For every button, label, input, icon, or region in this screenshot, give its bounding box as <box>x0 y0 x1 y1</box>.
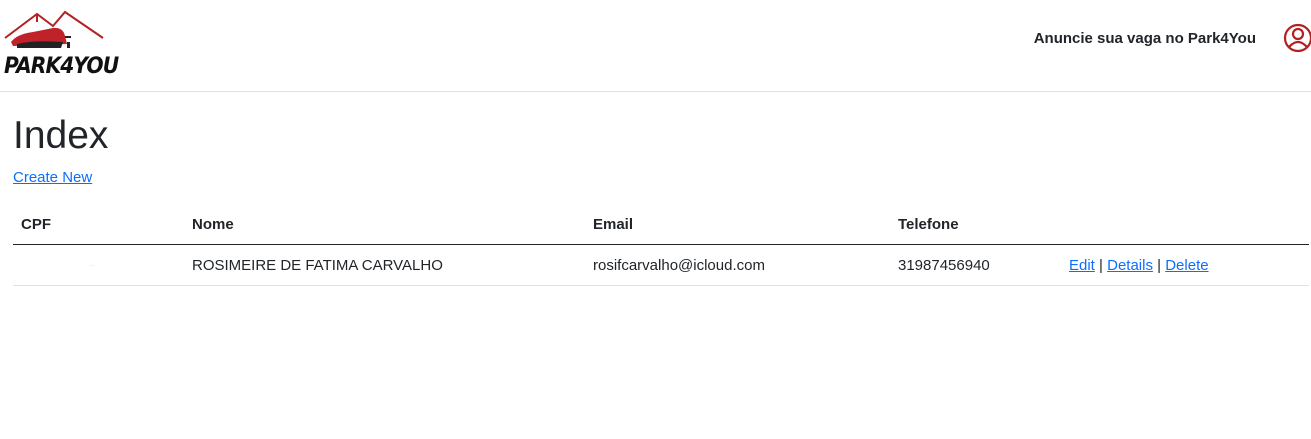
navbar: PARK4YOU Anuncie sua vaga no Park4You <box>0 0 1311 92</box>
table-header-row: CPF Nome Email Telefone <box>13 204 1309 245</box>
page-title: Index <box>13 114 109 157</box>
table-row: ... ROSIMEIRE DE FATIMA CARVALHO rosifca… <box>13 244 1309 286</box>
separator: | <box>1099 256 1103 274</box>
brand-logo[interactable]: PARK4YOU <box>3 8 119 82</box>
create-new-link[interactable]: Create New <box>13 169 92 186</box>
header-telefone: Telefone <box>890 204 1061 245</box>
cell-actions: Edit | Details | Delete <box>1061 244 1309 286</box>
car-house-icon <box>4 10 104 48</box>
details-link[interactable]: Details <box>1107 257 1153 274</box>
cell-email: rosifcarvalho@icloud.com <box>585 244 890 286</box>
brand-text: PARK4YOU <box>4 54 119 79</box>
edit-link[interactable]: Edit <box>1069 257 1095 274</box>
records-table: CPF Nome Email Telefone ... ROSIMEIRE DE… <box>13 204 1309 286</box>
separator: | <box>1157 256 1162 274</box>
header-nome: Nome <box>184 204 585 245</box>
header-cpf: CPF <box>13 204 184 245</box>
delete-link[interactable]: Delete <box>1165 257 1208 274</box>
header-actions <box>1061 204 1309 245</box>
cell-cpf: ... <box>13 244 184 286</box>
user-circle-icon[interactable] <box>1283 23 1311 53</box>
header-email: Email <box>585 204 890 245</box>
cell-nome: ROSIMEIRE DE FATIMA CARVALHO <box>184 244 585 286</box>
cell-telefone: 31987456940 <box>890 244 1061 286</box>
advertise-link[interactable]: Anuncie sua vaga no Park4You <box>1034 30 1256 47</box>
